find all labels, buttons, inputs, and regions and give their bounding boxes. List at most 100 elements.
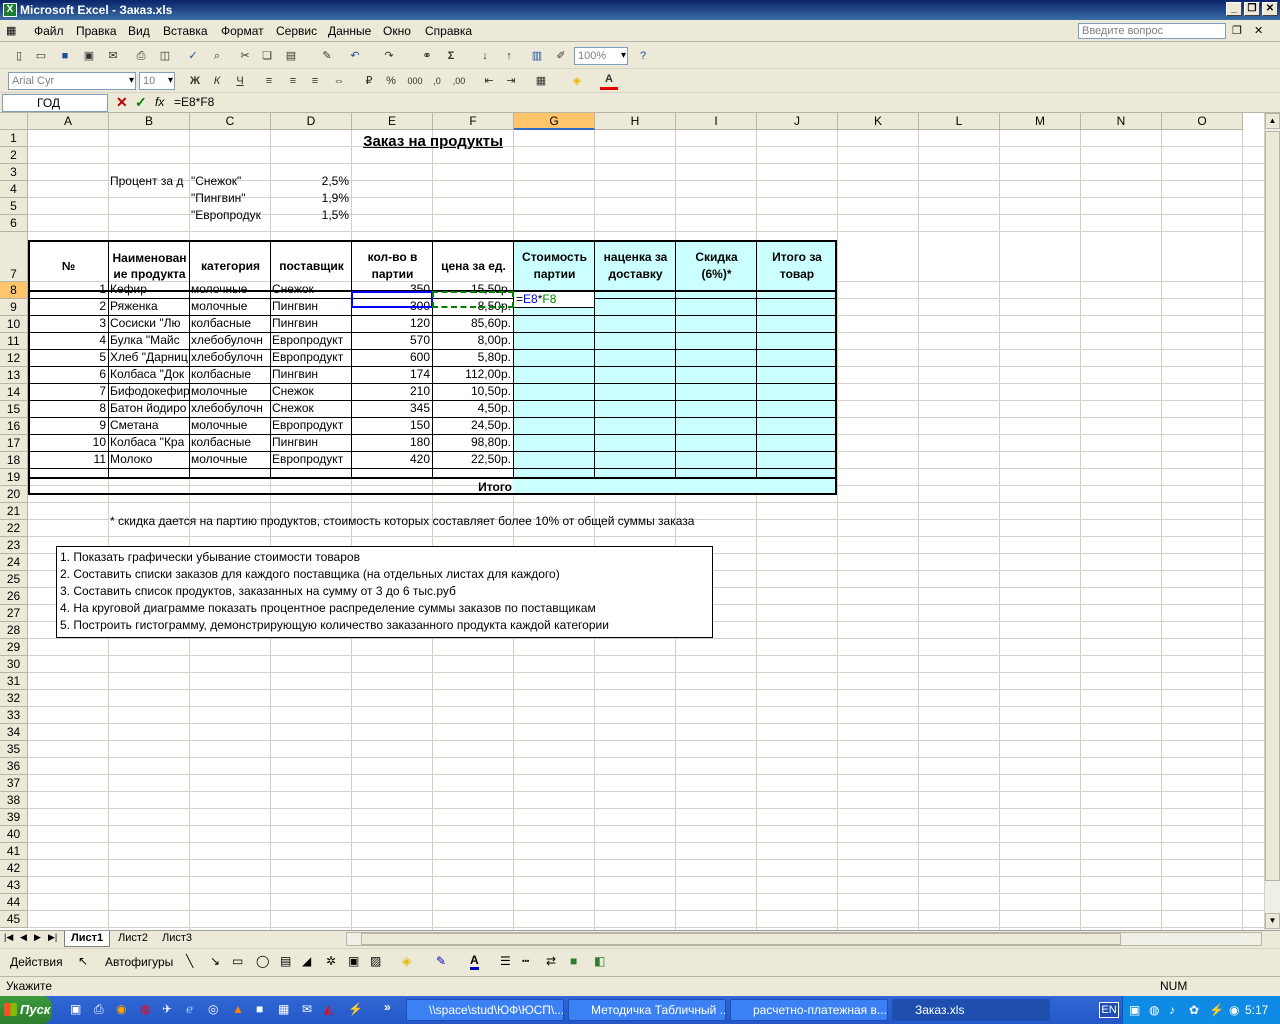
start-button[interactable]: Пуск	[0, 996, 52, 1024]
doc-close-button[interactable]: ✕	[1254, 24, 1263, 37]
quicklaunch-app5-icon[interactable]: ⚡	[348, 1002, 363, 1016]
task-word-doc2[interactable]: расчетно-платежная в...	[730, 999, 888, 1021]
3d-icon[interactable]: ◧	[594, 954, 605, 968]
cell-cat[interactable]: молочные	[191, 451, 270, 468]
cell-qty[interactable]: 345	[353, 400, 432, 417]
cell-name[interactable]: Кефир	[110, 281, 189, 298]
format-painter-icon[interactable]: ✎	[318, 47, 336, 65]
pct-value-3[interactable]: 1,5%	[271, 207, 351, 224]
row-header-43[interactable]: 43	[0, 877, 28, 894]
oval-icon[interactable]: ◯	[256, 954, 269, 968]
increase-decimal-icon[interactable]: ,0	[428, 72, 446, 90]
pct-supplier-2[interactable]: "Пингвин"	[191, 190, 271, 207]
language-indicator[interactable]: EN	[1099, 1002, 1119, 1018]
menu-edit[interactable]: Правка	[76, 24, 117, 38]
line-icon[interactable]: ╲	[186, 954, 193, 968]
menu-format[interactable]: Формат	[221, 24, 264, 38]
col-header-i[interactable]: I	[676, 113, 757, 130]
col-header-g[interactable]: G	[514, 113, 595, 130]
cell-n[interactable]: 4	[29, 332, 108, 349]
open-icon[interactable]: ▭	[32, 47, 50, 65]
col-header-h[interactable]: H	[595, 113, 676, 130]
tray-antivirus-icon[interactable]: ◍	[1149, 996, 1159, 1024]
tray-app3-icon[interactable]: ◉	[1229, 996, 1239, 1024]
hyperlink-icon[interactable]: ⚭	[418, 47, 436, 65]
draw-fill-color-icon[interactable]: ◈	[402, 954, 411, 968]
col-header-e[interactable]: E	[352, 113, 433, 130]
quicklaunch-app2-icon[interactable]: ■	[256, 1002, 263, 1016]
row-header-33[interactable]: 33	[0, 707, 28, 724]
cell-price[interactable]: 22,50р.	[434, 451, 513, 468]
cell-qty[interactable]: 210	[353, 383, 432, 400]
row-header-31[interactable]: 31	[0, 673, 28, 690]
cell-sup[interactable]: Европродукт	[272, 332, 351, 349]
row-header-20[interactable]: 20	[0, 486, 28, 503]
row-header-11[interactable]: 11	[0, 333, 28, 350]
menu-data[interactable]: Данные	[328, 24, 371, 38]
pct-supplier-1[interactable]: "Снежок"	[191, 173, 271, 190]
horizontal-scrollbar[interactable]	[346, 932, 1262, 946]
quicklaunch-acrobat-icon[interactable]: ◭	[324, 1002, 333, 1016]
paste-icon[interactable]: ▤	[282, 47, 300, 65]
row-header-6[interactable]: 6	[0, 215, 28, 232]
bold-icon[interactable]: Ж	[186, 72, 204, 90]
row-header-3[interactable]: 3	[0, 164, 28, 181]
col-header-k[interactable]: K	[838, 113, 919, 130]
shadow-icon[interactable]: ■	[570, 954, 577, 968]
align-center-icon[interactable]: ≡	[284, 72, 302, 90]
row-header-41[interactable]: 41	[0, 843, 28, 860]
tray-volume-icon[interactable]: ♪	[1169, 996, 1175, 1024]
col-header-l[interactable]: L	[919, 113, 1000, 130]
row-header-44[interactable]: 44	[0, 894, 28, 911]
header-markup[interactable]: наценка за доставку	[595, 241, 676, 291]
pct-value-2[interactable]: 1,9%	[271, 190, 351, 207]
col-header-j[interactable]: J	[757, 113, 838, 130]
cell-cat[interactable]: молочные	[191, 383, 270, 400]
dash-style-icon[interactable]: ┅	[522, 954, 529, 968]
tab-last-icon[interactable]: ▶|	[48, 932, 57, 943]
quicklaunch-app-icon[interactable]: ✈	[162, 1002, 172, 1016]
cell-name[interactable]: Ряженка	[110, 298, 189, 315]
row-header-17[interactable]: 17	[0, 435, 28, 452]
cut-icon[interactable]: ✂	[236, 47, 254, 65]
merge-center-icon[interactable]: ⇔	[330, 72, 348, 90]
row-header-19[interactable]: 19	[0, 469, 28, 486]
row-header-10[interactable]: 10	[0, 316, 28, 333]
cell-qty[interactable]: 150	[353, 417, 432, 434]
spreadsheet-grid[interactable]: ABCDEFGHIJKLMNO 1 2 3 4 5 6 7 8 9 10 11 12 13 14 15 16 1…	[0, 113, 1280, 930]
cell-n[interactable]: 3	[29, 315, 108, 332]
cell-name[interactable]: Колбаса "Док	[110, 366, 189, 383]
align-left-icon[interactable]: ≡	[260, 72, 278, 90]
font-size-select[interactable]: 10	[139, 72, 175, 90]
draw-font-color-icon[interactable]: A	[470, 953, 479, 970]
row-header-45[interactable]: 45	[0, 911, 28, 928]
clipart-icon[interactable]: ▣	[348, 954, 359, 968]
row-header-16[interactable]: 16	[0, 418, 28, 435]
cell-cat[interactable]: молочные	[191, 281, 270, 298]
cell-qty[interactable]: 420	[353, 451, 432, 468]
currency-icon[interactable]: ₽	[360, 72, 378, 90]
menu-file[interactable]: Файл	[34, 24, 64, 38]
row-header-24[interactable]: 24	[0, 554, 28, 571]
spelling-icon[interactable]: ✓	[184, 47, 202, 65]
cell-cat[interactable]: колбасные	[191, 315, 270, 332]
cell-n[interactable]: 9	[29, 417, 108, 434]
header-total[interactable]: Итого за товар	[757, 241, 837, 291]
autosum-icon[interactable]: Σ	[442, 47, 460, 65]
cell-sup[interactable]: Европродукт	[272, 451, 351, 468]
quicklaunch-app3-icon[interactable]: ▦	[278, 1002, 289, 1016]
scroll-down-icon[interactable]: ▼	[1265, 913, 1280, 929]
quicklaunch-ie2-icon[interactable]: ◎	[208, 1002, 218, 1016]
footnote[interactable]: * скидка дается на партию продуктов, сто…	[110, 513, 810, 530]
task-folder[interactable]: \\space\stud\ЮФ\ЮСП\...	[406, 999, 564, 1021]
row-header-34[interactable]: 34	[0, 724, 28, 741]
cell-name[interactable]: Сметана	[110, 417, 189, 434]
row-header-37[interactable]: 37	[0, 775, 28, 792]
row-header-13[interactable]: 13	[0, 367, 28, 384]
cell-n[interactable]: 10	[29, 434, 108, 451]
row-header-14[interactable]: 14	[0, 384, 28, 401]
select-all-corner[interactable]	[0, 113, 28, 130]
row-header-2[interactable]: 2	[0, 147, 28, 164]
copy-icon[interactable]: ❏	[258, 47, 276, 65]
row-header-27[interactable]: 27	[0, 605, 28, 622]
